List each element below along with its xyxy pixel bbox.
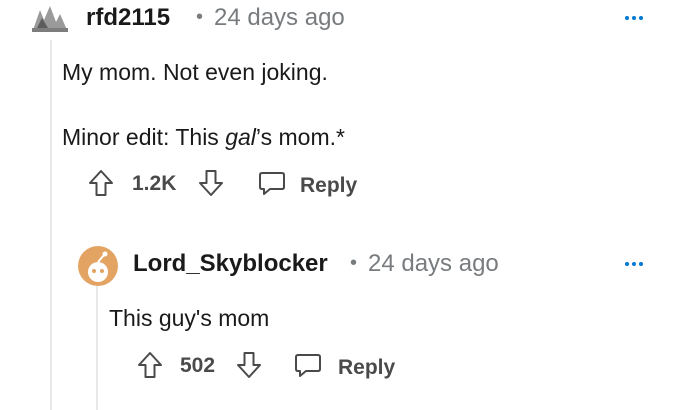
reply-button[interactable]: Reply (294, 351, 395, 384)
more-dot (625, 262, 629, 266)
thread-line-root[interactable] (50, 40, 52, 410)
comment-timestamp[interactable]: 24 days ago (214, 4, 345, 32)
upvote-icon[interactable] (88, 169, 114, 197)
downvote-icon[interactable] (236, 351, 262, 379)
more-dot (639, 262, 643, 266)
reply-username[interactable]: Lord_Skyblocker (133, 250, 328, 278)
upvote-icon[interactable] (137, 351, 163, 379)
more-dot (632, 16, 636, 20)
reply-body: This guy's mom (109, 305, 270, 331)
edit-text-prefix: Minor edit: This (62, 124, 226, 150)
more-options-button[interactable] (625, 16, 643, 20)
separator-dot: • (350, 252, 358, 274)
thread-line-reply[interactable] (96, 284, 98, 410)
more-dot (632, 262, 636, 266)
separator-dot: • (196, 6, 204, 28)
comment-body-line2: Minor edit: This gal’s mom.* (62, 124, 345, 151)
edit-text-suffix: ’s mom.* (255, 124, 345, 150)
reply-score: 502 (180, 354, 216, 377)
avatar[interactable] (30, 2, 70, 34)
reply-button[interactable]: Reply (258, 169, 357, 202)
reply-label: Reply (338, 355, 396, 379)
comment-username[interactable]: rfd2115 (86, 4, 170, 32)
comment-body-line1: My mom. Not even joking. (62, 59, 328, 85)
comment-score: 1.2K (132, 172, 177, 195)
reply-label: Reply (300, 173, 358, 197)
more-dot (639, 16, 643, 20)
edit-text-italic: gal (225, 124, 256, 150)
downvote-icon[interactable] (198, 169, 224, 197)
more-dot (625, 16, 629, 20)
reply-timestamp[interactable]: 24 days ago (368, 250, 499, 278)
reply-avatar[interactable] (78, 246, 118, 286)
comment-bubble-icon (258, 169, 286, 202)
more-options-button[interactable] (625, 262, 643, 266)
comment-bubble-icon (294, 351, 322, 384)
